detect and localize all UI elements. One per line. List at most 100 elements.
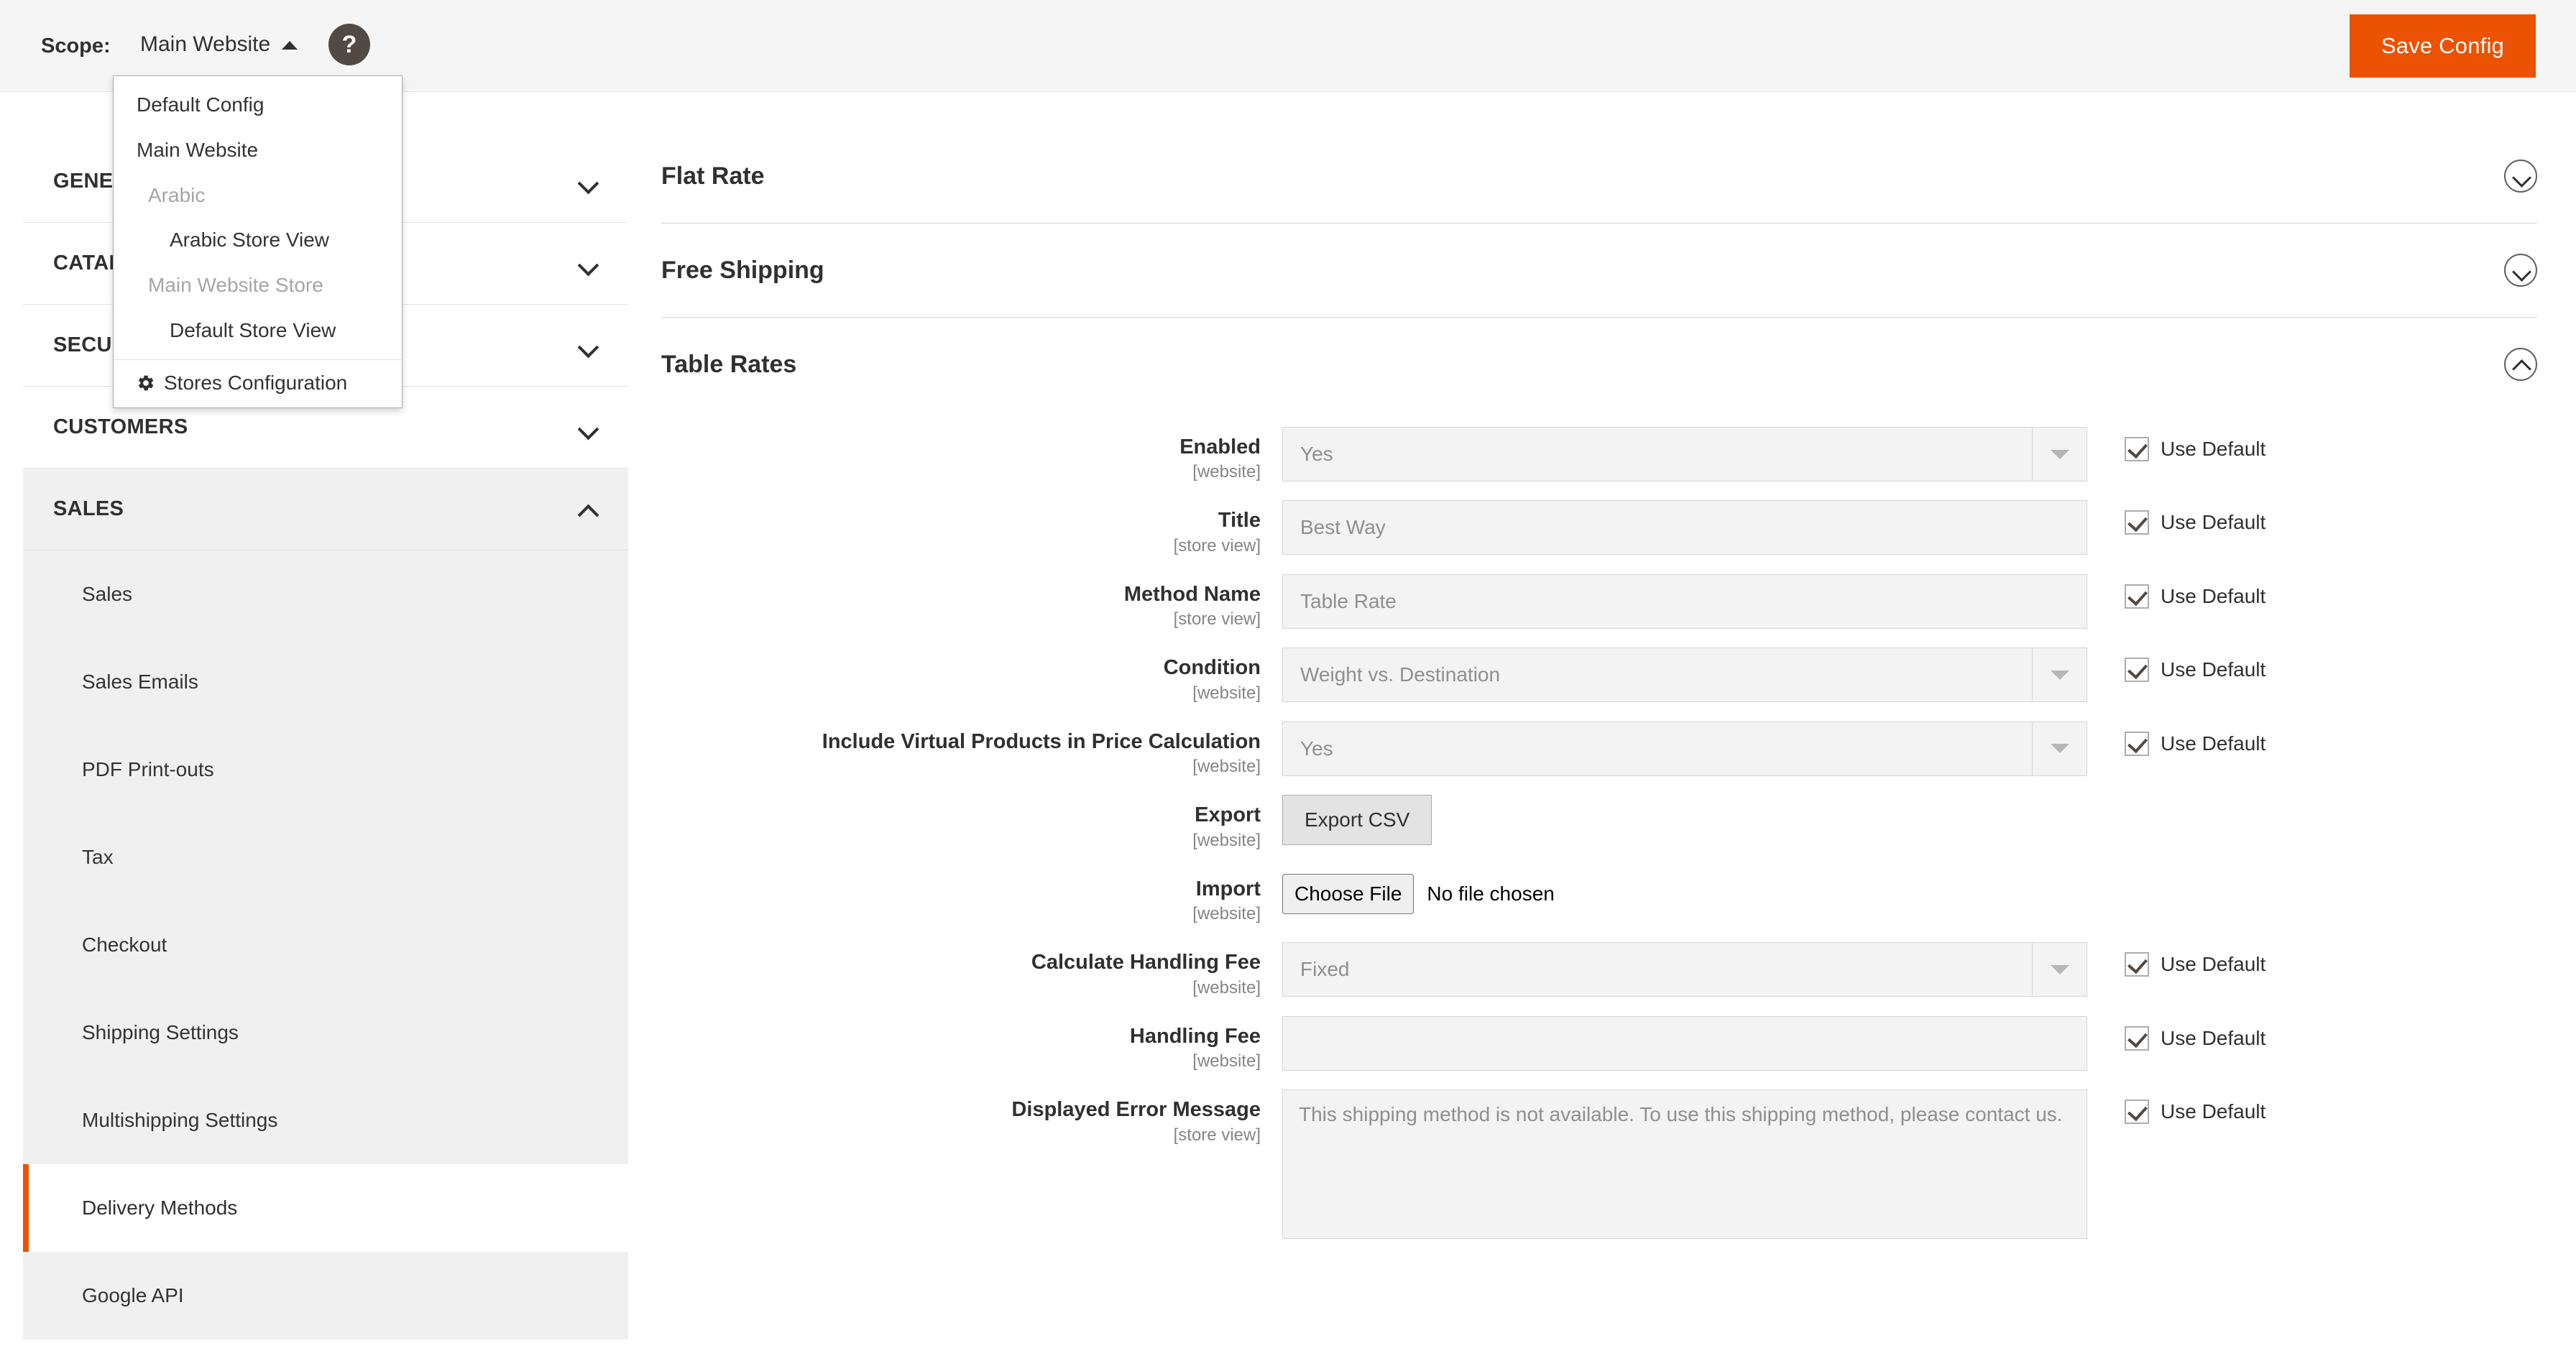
handling-fee-input[interactable] (1282, 1015, 2087, 1071)
use-default-title-checkbox[interactable] (2125, 510, 2149, 535)
field-control-export: Export CSV (1282, 795, 2087, 846)
sidebar-section-customers-label: CUSTOMERS (53, 415, 188, 438)
field-label-title-text: Title (1218, 509, 1261, 533)
chevron-down-circle-icon[interactable] (2504, 254, 2537, 287)
use-default-calculate-handling-fee[interactable]: Use Default (2087, 942, 2266, 977)
field-row-condition: Condition [website] Weight vs. Destinati… (661, 647, 2537, 704)
chevron-down-icon (2032, 648, 2087, 702)
sidebar-item-multishipping-settings[interactable]: Multishipping Settings (23, 1077, 628, 1164)
field-scope-calculate-handling-fee: [website] (1192, 977, 1261, 997)
scope-group-arabic: Arabic (148, 183, 206, 206)
section-flat-rate-header[interactable]: Flat Rate (661, 129, 2537, 223)
sidebar-section-sales-label: SALES (53, 497, 124, 520)
condition-select-value: Weight vs. Destination (1300, 663, 1501, 686)
field-scope-displayed-error-message: [store view] (1173, 1125, 1261, 1145)
field-scope-include-virtual-products: [website] (1192, 757, 1261, 777)
use-default-displayed-error-message[interactable]: Use Default (2087, 1089, 2266, 1125)
use-default-method-name[interactable]: Use Default (2087, 574, 2266, 609)
use-default-handling-fee-label: Use Default (2161, 1026, 2266, 1049)
sidebar-section-sales[interactable]: SALES (23, 469, 628, 550)
include-virtual-products-select-value: Yes (1300, 737, 1333, 760)
section-table-rates-header[interactable]: Table Rates (661, 318, 2537, 411)
chevron-down-icon (2032, 722, 2087, 775)
enabled-select[interactable]: Yes (1282, 427, 2087, 481)
section-free-shipping-header[interactable]: Free Shipping (661, 223, 2537, 317)
sidebar-item-tax[interactable]: Tax (23, 813, 628, 901)
field-label-calculate-handling-fee: Calculate Handling Fee [website] (661, 942, 1282, 998)
scope-current-value: Main Website (140, 32, 271, 56)
section-table-rates-title: Table Rates (661, 350, 797, 378)
field-label-calculate-handling-fee-text: Calculate Handling Fee (1031, 951, 1261, 974)
chevron-down-circle-icon[interactable] (2504, 160, 2537, 193)
question-mark-icon[interactable]: ? (328, 24, 370, 65)
title-input[interactable]: Best Way (1282, 500, 2087, 556)
choose-file-button[interactable]: Choose File (1282, 873, 1414, 914)
section-table-rates-body: Enabled [website] Yes Use Default Title … (661, 411, 2537, 1278)
section-flat-rate-title: Flat Rate (661, 162, 765, 190)
scope-option-main-website[interactable]: Main Website (114, 128, 402, 173)
calculate-handling-fee-select-value: Fixed (1300, 958, 1350, 981)
section-free-shipping: Free Shipping (661, 223, 2537, 318)
field-scope-enabled: [website] (1192, 462, 1261, 482)
field-control-enabled: Yes (1282, 427, 2087, 481)
sidebar-item-google-api[interactable]: Google API (23, 1252, 628, 1340)
include-virtual-products-select[interactable]: Yes (1282, 721, 2087, 776)
sidebar-item-pdf-print-outs[interactable]: PDF Print-outs (23, 726, 628, 813)
use-default-title[interactable]: Use Default (2087, 500, 2266, 535)
chevron-down-icon (579, 340, 598, 351)
import-file-input[interactable]: Choose File No file chosen (1282, 869, 2087, 919)
calculate-handling-fee-select[interactable]: Fixed (1282, 942, 2087, 997)
method-name-input[interactable]: Table Rate (1282, 573, 2087, 629)
use-default-method-name-checkbox[interactable] (2125, 584, 2149, 609)
section-table-rates: Table Rates Enabled [website] Yes Use De… (661, 318, 2537, 1278)
sidebar-item-checkout[interactable]: Checkout (23, 901, 628, 989)
use-default-condition[interactable]: Use Default (2087, 647, 2266, 683)
use-default-handling-fee-checkbox[interactable] (2125, 1025, 2149, 1051)
chevron-down-icon (579, 258, 598, 269)
sidebar-sales-subnav: Sales Sales Emails PDF Print-outs Tax Ch… (23, 550, 628, 1340)
use-default-include-virtual-products-checkbox[interactable] (2125, 731, 2149, 756)
chevron-down-icon (579, 176, 598, 187)
sidebar-item-delivery-methods[interactable]: Delivery Methods (23, 1164, 628, 1252)
use-default-enabled-checkbox[interactable] (2125, 437, 2149, 461)
scope-dropdown-menu[interactable]: Default Config Main Website Arabic Arabi… (113, 75, 402, 408)
use-default-handling-fee[interactable]: Use Default (2087, 1016, 2266, 1051)
use-default-condition-checkbox[interactable] (2125, 658, 2149, 683)
field-row-export: Export [website] Export CSV (661, 795, 2537, 851)
field-control-method-name: Table Rate (1282, 573, 2087, 629)
enabled-select-value: Yes (1300, 443, 1333, 465)
use-default-include-virtual-products[interactable]: Use Default (2087, 722, 2266, 756)
scope-group-main-website-store: Main Website Store (148, 274, 323, 297)
sidebar-item-shipping-settings[interactable]: Shipping Settings (23, 989, 628, 1077)
use-default-title-label: Use Default (2161, 511, 2266, 534)
stores-configuration-link[interactable]: Stores Configuration (114, 359, 402, 407)
sidebar-item-sales[interactable]: Sales (23, 550, 628, 638)
field-row-enabled: Enabled [website] Yes Use Default (661, 427, 2537, 483)
chevron-up-circle-icon[interactable] (2504, 348, 2537, 381)
displayed-error-message-textarea[interactable]: This shipping method is not available. T… (1282, 1089, 2087, 1240)
use-default-enabled[interactable]: Use Default (2087, 427, 2266, 461)
scope-option-default-store-view[interactable]: Default Store View (114, 308, 402, 354)
scope-label: Scope: (41, 34, 111, 57)
chevron-down-icon (2032, 943, 2087, 997)
save-config-button[interactable]: Save Config (2349, 14, 2536, 78)
sidebar-item-sales-emails[interactable]: Sales Emails (23, 638, 628, 726)
field-scope-import: [website] (1192, 904, 1261, 924)
export-csv-button[interactable]: Export CSV (1282, 795, 1432, 846)
scope-switcher[interactable]: Main Website (140, 34, 298, 55)
use-default-calculate-handling-fee-label: Use Default (2161, 953, 2266, 976)
condition-select[interactable]: Weight vs. Destination (1282, 647, 2087, 703)
config-main-content: Flat Rate Free Shipping Table Rates Enab… (661, 129, 2537, 1278)
field-label-handling-fee: Handling Fee [website] (661, 1016, 1282, 1072)
field-control-handling-fee (1282, 1015, 2087, 1071)
scope-option-default-config[interactable]: Default Config (114, 83, 402, 128)
use-default-calculate-handling-fee-checkbox[interactable] (2125, 952, 2149, 977)
field-row-include-virtual-products: Include Virtual Products in Price Calcul… (661, 721, 2537, 778)
field-scope-handling-fee: [website] (1192, 1051, 1261, 1071)
use-default-displayed-error-message-checkbox[interactable] (2125, 1100, 2149, 1125)
section-flat-rate: Flat Rate (661, 129, 2537, 223)
method-name-input-value: Table Rate (1300, 589, 1397, 612)
scope-option-arabic-store-view[interactable]: Arabic Store View (114, 218, 402, 263)
field-label-enabled: Enabled [website] (661, 427, 1282, 483)
field-label-title: Title [store view] (661, 500, 1282, 556)
